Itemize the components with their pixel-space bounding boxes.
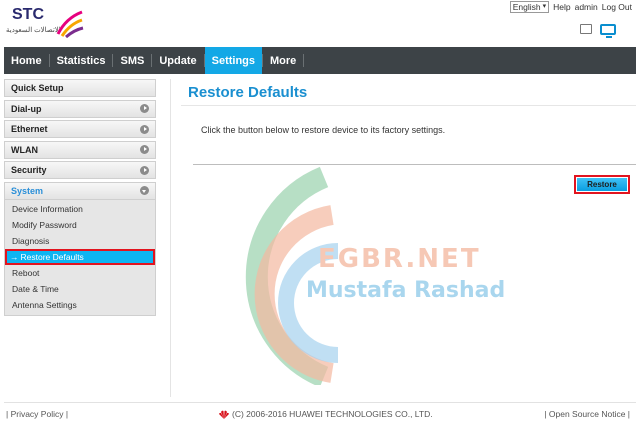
sidebar-item-label: Dial-up: [11, 103, 42, 114]
sidebar-item-ethernet[interactable]: Ethernet: [4, 120, 156, 139]
sidebar-item-label: System: [11, 185, 44, 196]
language-select[interactable]: English ▾: [509, 1, 550, 13]
settings-sidebar: Quick Setup Dial-up Ethernet WLAN Securi…: [4, 79, 156, 316]
restore-button[interactable]: Restore: [574, 175, 630, 194]
main-navbar: Home Statistics SMS Update Settings More: [4, 47, 636, 74]
help-link[interactable]: Help: [553, 2, 570, 12]
chevron-right-icon: [140, 124, 149, 134]
language-dropdown-icon: ▾: [542, 3, 547, 10]
nav-settings[interactable]: Settings: [204, 47, 263, 74]
footer: | Privacy Policy | (C) 2006-2016 HUAWEI …: [0, 409, 638, 423]
username-label: admin: [574, 2, 598, 12]
main-content: Restore Defaults: [188, 84, 636, 101]
nav-more[interactable]: More: [263, 47, 303, 74]
sidebar-item-wlan[interactable]: WLAN: [4, 140, 156, 159]
sidebar-item-label: Security: [11, 165, 47, 176]
sidebar-item-dial-up[interactable]: Dial-up: [4, 99, 156, 118]
chevron-right-icon: [140, 104, 149, 114]
submenu-restore-defaults[interactable]: → Restore Defaults: [5, 248, 155, 265]
submenu-modify-password[interactable]: Modify Password: [5, 217, 155, 233]
sidebar-item-label: Quick Setup: [11, 83, 64, 93]
content-divider-line: [193, 164, 636, 165]
sidebar-item-label: WLAN: [11, 144, 38, 155]
submenu-reboot[interactable]: Reboot: [5, 265, 155, 281]
sidebar-item-system[interactable]: System: [4, 181, 156, 200]
logout-link[interactable]: Log Out: [602, 2, 632, 12]
watermark-line1: EGBR.NET: [318, 244, 481, 274]
chevron-right-icon: [140, 145, 149, 155]
footer-divider: [4, 402, 636, 403]
restore-description: Click the button below to restore device…: [201, 125, 446, 135]
nav-sms[interactable]: SMS: [113, 47, 151, 74]
copyright: (C) 2006-2016 HUAWEI TECHNOLOGIES CO., L…: [219, 409, 433, 419]
top-right-controls: English ▾ Help admin Log Out: [509, 1, 632, 13]
open-source-notice-link[interactable]: | Open Source Notice |: [544, 409, 630, 419]
stc-logo: STC الاتصالات السعودية: [6, 6, 84, 42]
watermark-arcs-image: [245, 166, 339, 385]
privacy-policy-link[interactable]: | Privacy Policy |: [6, 409, 68, 419]
nav-statistics[interactable]: Statistics: [50, 47, 113, 74]
nav-update[interactable]: Update: [152, 47, 203, 74]
title-divider: [181, 105, 636, 106]
copyright-text: (C) 2006-2016 HUAWEI TECHNOLOGIES CO., L…: [232, 409, 433, 419]
submenu-label: Restore Defaults: [20, 251, 84, 262]
sidebar-item-security[interactable]: Security: [4, 161, 156, 180]
watermark-line2: Mustafa Rashad: [306, 278, 506, 303]
sim-status-icon: [580, 24, 592, 34]
sidebar-item-quick-setup[interactable]: Quick Setup: [4, 79, 156, 97]
status-icons: [580, 24, 616, 38]
submenu-date-time[interactable]: Date & Time: [5, 281, 155, 297]
nav-separator: [303, 54, 305, 67]
submenu-antenna-settings[interactable]: Antenna Settings: [5, 297, 155, 313]
content-divider: [170, 79, 171, 397]
submenu-device-information[interactable]: Device Information: [5, 201, 155, 217]
chevron-right-icon: [140, 165, 149, 175]
pc-connection-icon: [600, 24, 616, 38]
language-value: English: [512, 2, 541, 12]
sidebar-item-label: Ethernet: [11, 124, 48, 135]
logo-text: STC: [12, 6, 44, 23]
nav-home[interactable]: Home: [4, 47, 49, 74]
restore-button-label: Restore: [577, 178, 627, 191]
submenu-diagnosis[interactable]: Diagnosis: [5, 233, 155, 249]
page-title: Restore Defaults: [188, 84, 308, 101]
stc-logo-icon: [56, 10, 84, 38]
logo-arabic-text: الاتصالات السعودية: [6, 27, 61, 34]
huawei-logo-icon: [219, 410, 229, 419]
chevron-down-icon: [140, 186, 149, 196]
active-arrow-icon: →: [10, 251, 19, 262]
system-submenu: Device Information Modify Password Diagn…: [4, 199, 156, 316]
